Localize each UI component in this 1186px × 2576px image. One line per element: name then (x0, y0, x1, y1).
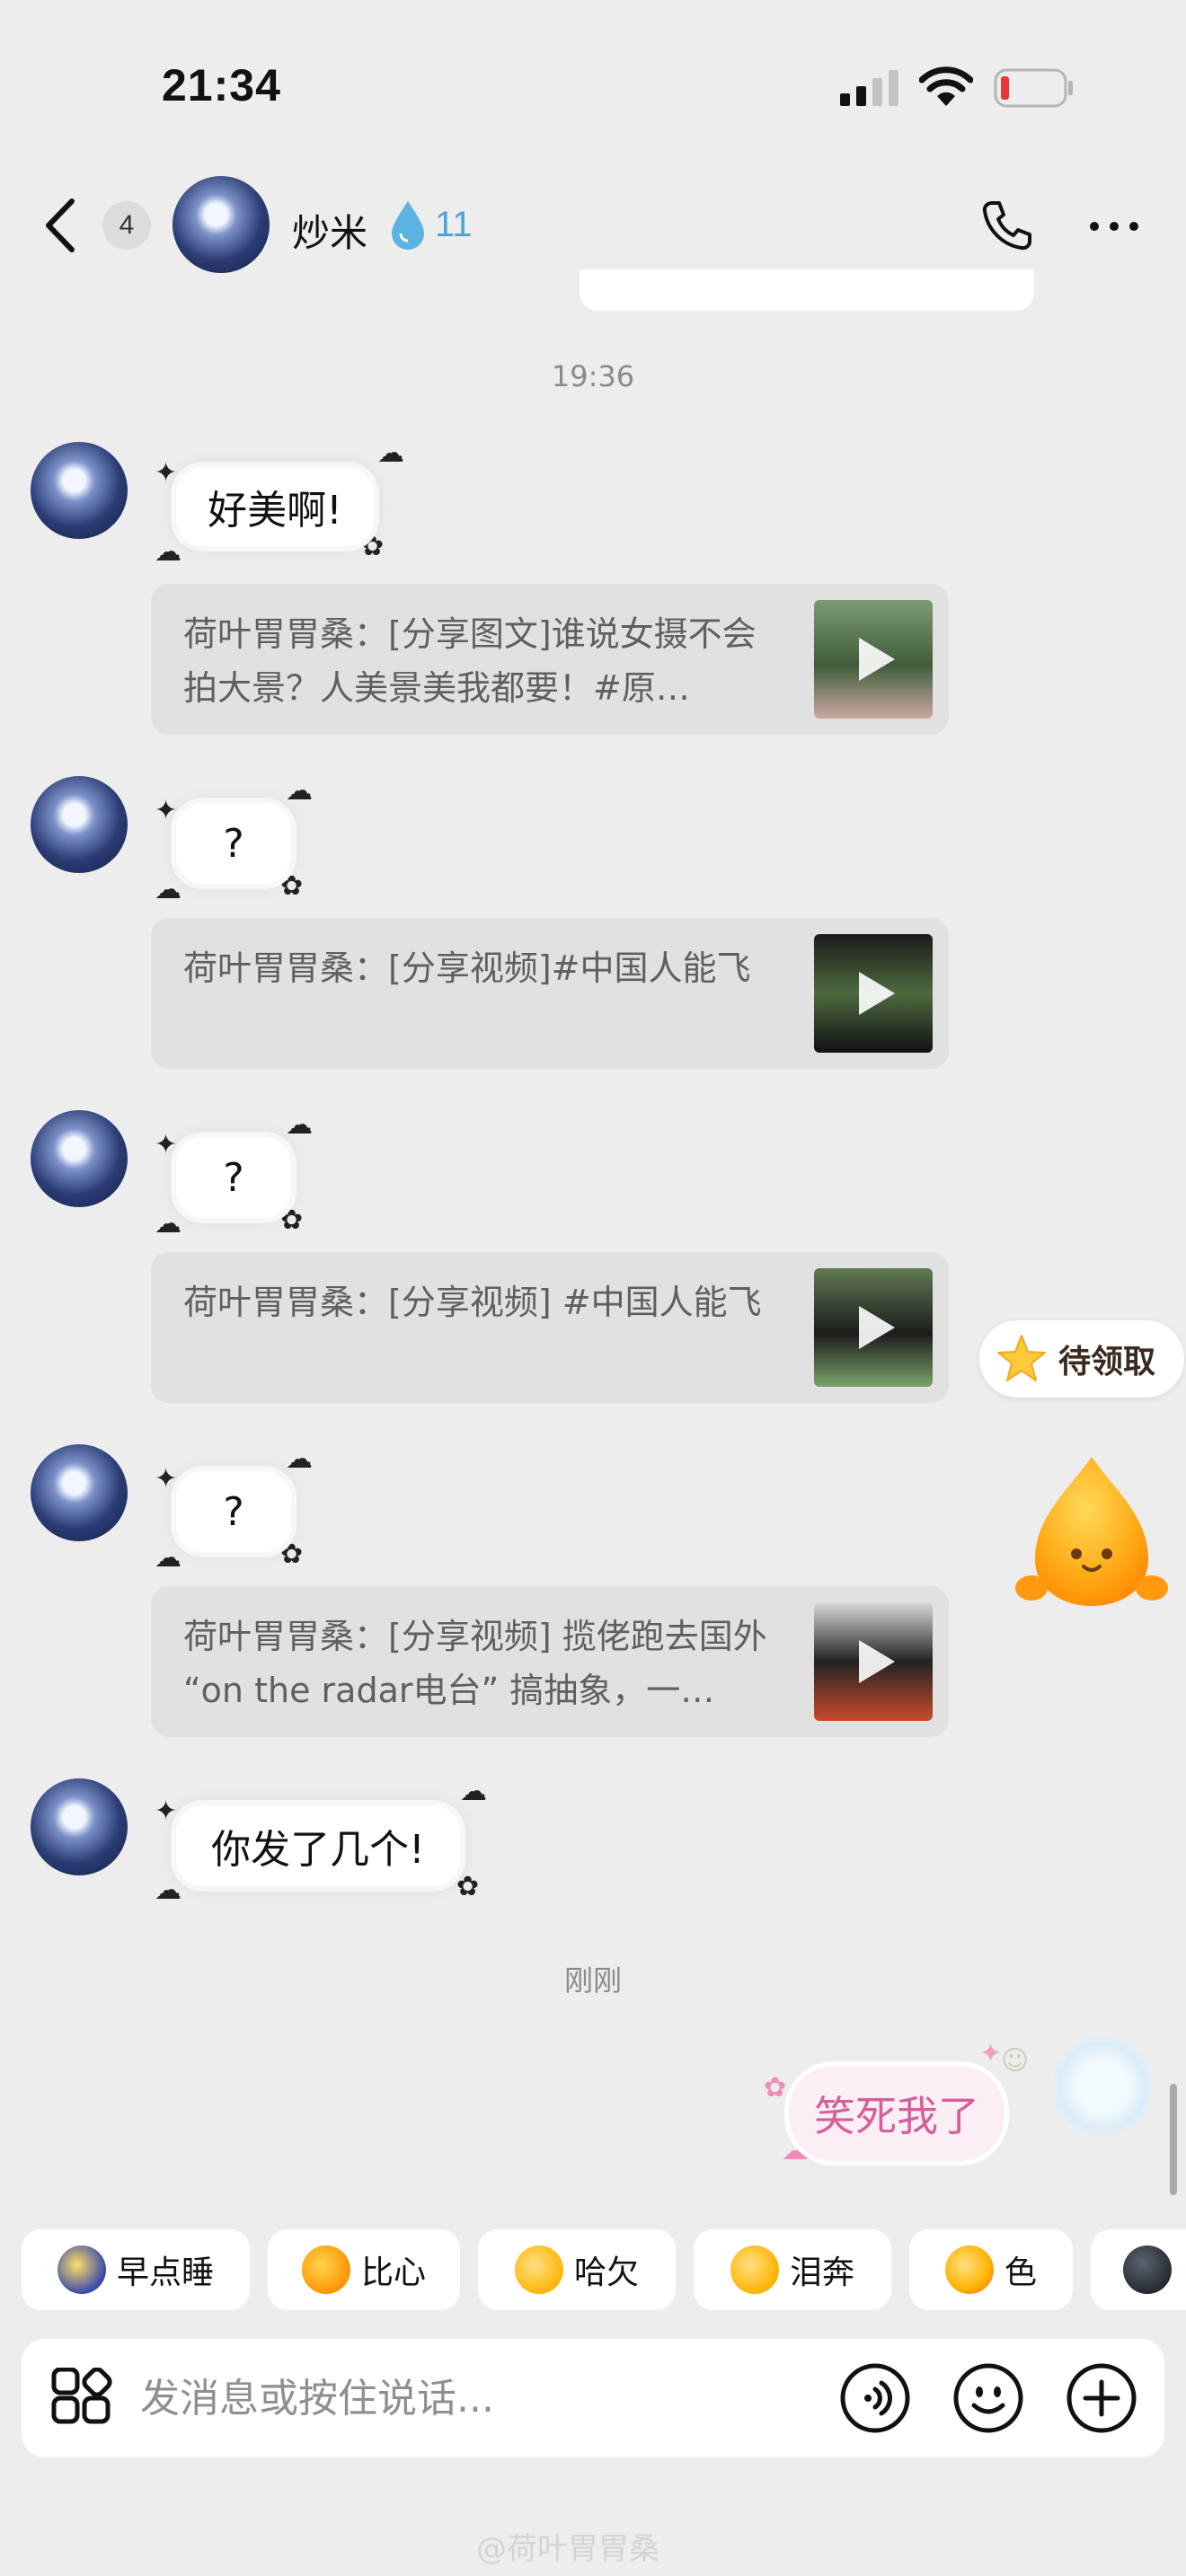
phone-icon[interactable] (979, 198, 1035, 253)
battery-icon (994, 68, 1073, 108)
shared-video-card[interactable]: 荷叶胃胃桑：[分享视频]#中国人能飞 (151, 918, 949, 1069)
shared-video-text: 荷叶胃胃桑：[分享视频] 揽佬跑去国外 “on the radar电台” 搞抽象… (183, 1617, 767, 1710)
quick-reply-label: 早点睡 (116, 2254, 214, 2291)
message-text: 你发了几个! (176, 1805, 460, 1886)
heart-eyes-emoji-icon (944, 2245, 994, 2294)
play-icon (859, 1306, 895, 1349)
previous-message-bubble (580, 269, 1034, 311)
contact-avatar[interactable] (173, 176, 270, 273)
reward-label: 待领取 (1058, 1344, 1156, 1381)
message-text: ? (176, 1471, 291, 1552)
shared-video-thumbnail (814, 934, 933, 1053)
play-icon (859, 1640, 895, 1683)
quick-reply-heart[interactable]: 比心 (268, 2229, 460, 2310)
water-drop-icon (392, 201, 424, 250)
quick-reply-yawn[interactable]: 哈欠 (478, 2229, 676, 2310)
shared-post-card[interactable]: 荷叶胃胃桑：[分享图文]谁说女摄不会拍大景？人美景美我都要！#原… (151, 584, 949, 735)
more-icon[interactable] (1087, 219, 1141, 234)
shared-video-card[interactable]: 荷叶胃胃桑：[分享视频] 揽佬跑去国外 “on the radar电台” 搞抽象… (151, 1586, 949, 1737)
quick-reply-more[interactable] (1091, 2229, 1186, 2310)
yawn-emoji-icon (514, 2245, 563, 2294)
shared-video-text: 荷叶胃胃桑：[分享视频] #中国人能飞 (183, 1283, 762, 1322)
quick-reply-label: 色 (1004, 2254, 1037, 2291)
message-bubble-frame[interactable]: ✦ ☁ ☁ ✿ ? (155, 1446, 334, 1581)
shared-video-thumbnail (814, 1602, 933, 1721)
sender-avatar[interactable] (31, 442, 128, 539)
sent-message-text[interactable]: 笑死我了 (789, 2066, 1005, 2161)
status-time: 21:34 (162, 60, 281, 110)
shared-video-text: 荷叶胃胃桑：[分享视频]#中国人能飞 (183, 948, 751, 988)
play-icon (859, 638, 895, 681)
unread-count-badge: 4 (102, 201, 151, 250)
apps-grid-icon[interactable] (50, 2368, 113, 2430)
quick-reply-label: 哈欠 (573, 2254, 639, 2291)
my-avatar[interactable] (1053, 2037, 1152, 2136)
quick-reply-label: 比心 (360, 2254, 426, 2291)
heart-hand-emoji-icon (301, 2245, 350, 2294)
voice-icon[interactable] (839, 2362, 911, 2434)
mascot-icon[interactable] (1015, 1453, 1168, 1615)
sleepy-emoji-icon (57, 2245, 106, 2294)
cellular-signal-icon (840, 70, 898, 106)
contact-name[interactable]: 炒米 (292, 203, 367, 258)
shared-post-text: 荷叶胃胃桑：[分享图文]谁说女摄不会拍大景？人美景美我都要！#原… (183, 614, 757, 708)
play-icon (859, 972, 895, 1015)
message-bubble-frame[interactable]: ✦ ☁ ☁ ✿ ? (155, 778, 334, 913)
message-text: ? (176, 1137, 291, 1218)
quick-reply-love-eyes[interactable]: 色 (909, 2229, 1073, 2310)
shared-post-thumbnail (814, 600, 933, 719)
star-icon (997, 1335, 1046, 1381)
back-arrow-icon[interactable] (41, 196, 79, 255)
message-text: 好美啊! (176, 467, 374, 546)
message-text: ? (176, 803, 291, 884)
quick-reply-cry[interactable]: 泪奔 (694, 2229, 891, 2310)
streak-count: 11 (435, 205, 473, 244)
timestamp: 刚刚 (563, 1963, 622, 1998)
wifi-icon (919, 66, 973, 106)
shared-video-card[interactable]: 荷叶胃胃桑：[分享视频] #中国人能飞 (151, 1252, 949, 1403)
message-input[interactable] (140, 2371, 796, 2425)
dark-emoji-icon (1123, 2245, 1172, 2294)
emoji-icon[interactable] (952, 2362, 1024, 2434)
sender-avatar[interactable] (31, 1444, 128, 1541)
message-bubble-frame[interactable]: ✦ ☁ ☁ ✿ ? (155, 1112, 334, 1247)
scrollbar[interactable] (1170, 2084, 1177, 2195)
message-bubble-frame[interactable]: ✦ ☁ ☁ ✿ 你发了几个! (155, 1778, 514, 1913)
quick-reply-sleep[interactable]: 早点睡 (22, 2229, 250, 2310)
sender-avatar[interactable] (31, 776, 128, 873)
timestamp: 19:36 (551, 359, 635, 393)
reward-pending-button[interactable]: 待领取 (979, 1320, 1184, 1398)
message-bubble-frame[interactable]: ✦ ☁ ☁ ✿ 好美啊! (155, 440, 415, 575)
quick-reply-label: 泪奔 (789, 2254, 854, 2291)
crying-emoji-icon (730, 2245, 779, 2294)
sender-avatar[interactable] (31, 1110, 128, 1207)
shared-video-thumbnail (814, 1268, 933, 1387)
sender-avatar[interactable] (31, 1778, 128, 1875)
watermark: @荷叶胃胃桑 (476, 2531, 659, 2567)
plus-icon[interactable] (1066, 2362, 1137, 2434)
